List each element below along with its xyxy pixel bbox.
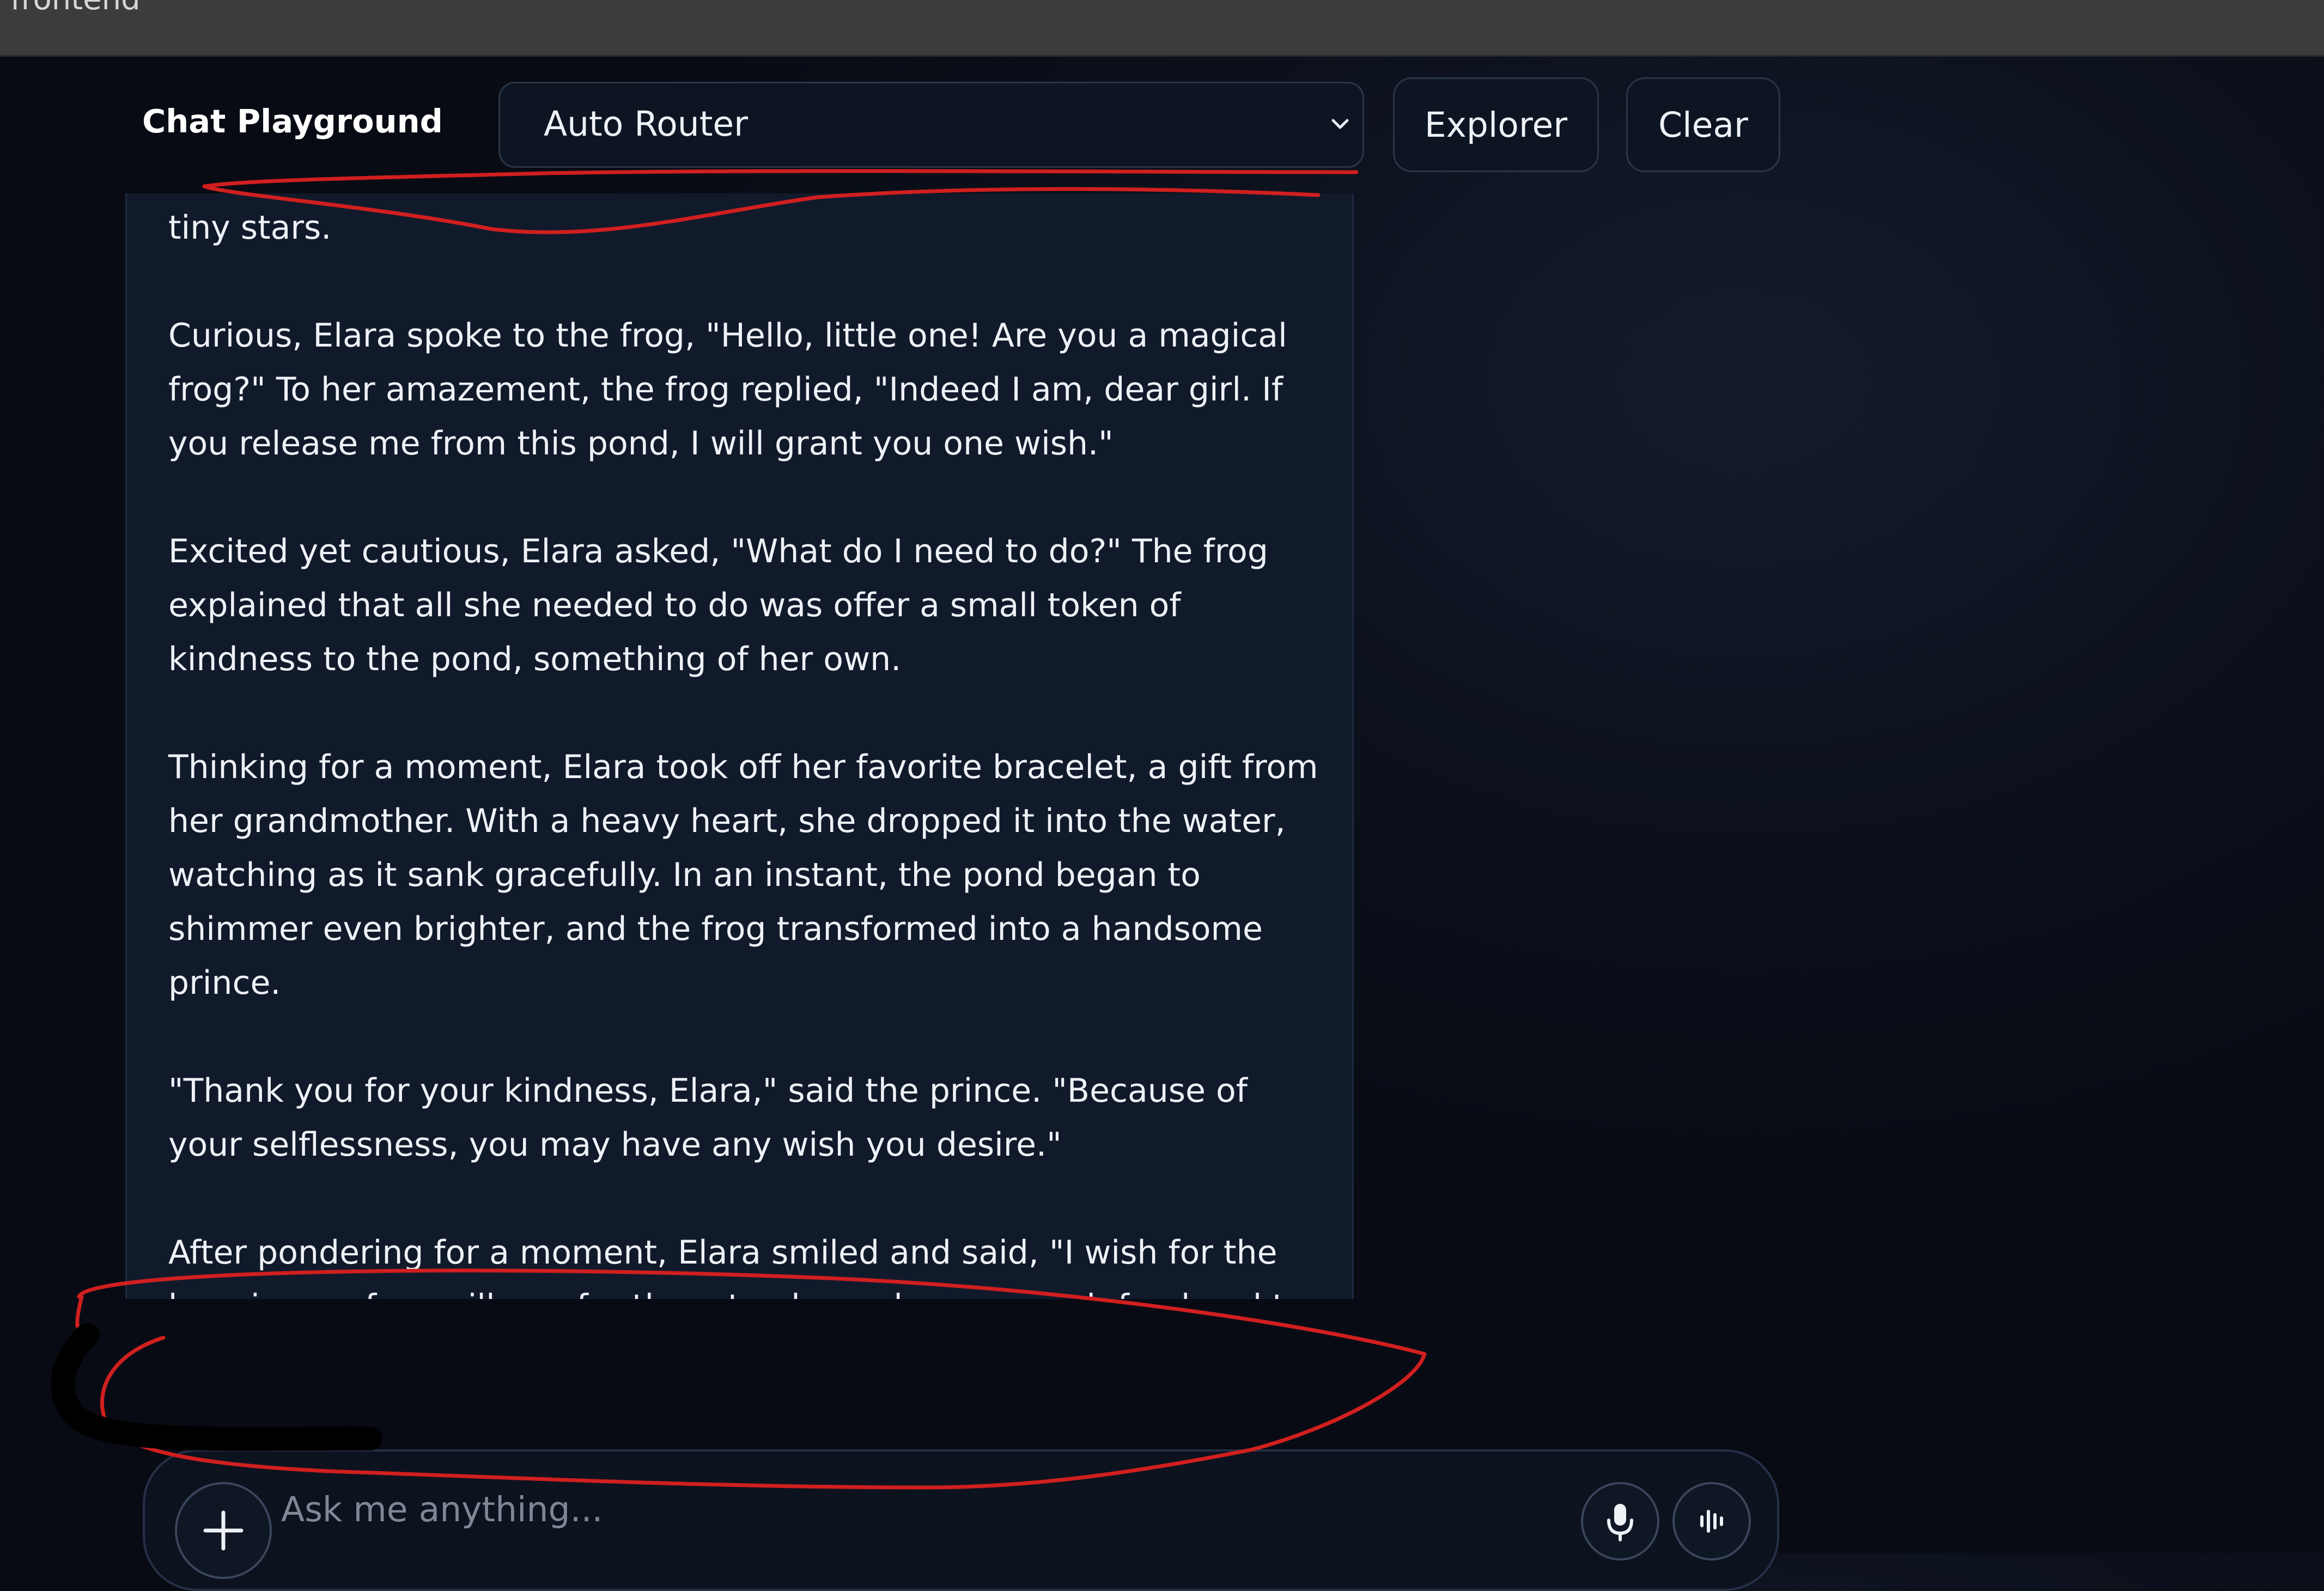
clear-button[interactable]: Clear bbox=[1626, 77, 1780, 172]
message-paragraph: Curious, Elara spoke to the frog, "Hello… bbox=[168, 317, 1287, 463]
chat-composer bbox=[143, 1449, 1779, 1591]
attach-button[interactable] bbox=[175, 1482, 272, 1579]
page-title: Chat Playground bbox=[142, 102, 443, 140]
assistant-message: skin glimmered in shades of gold and sil… bbox=[125, 193, 1354, 1299]
microphone-icon bbox=[1607, 1504, 1633, 1541]
message-paragraph: Excited yet cautious, Elara asked, "What… bbox=[168, 532, 1268, 678]
window-titlebar: frontend bbox=[0, 0, 2324, 57]
explorer-button[interactable]: Explorer bbox=[1393, 77, 1599, 172]
microphone-button[interactable] bbox=[1581, 1482, 1659, 1560]
model-select[interactable]: Auto Router bbox=[498, 82, 1364, 168]
chat-input[interactable] bbox=[280, 1479, 1644, 1540]
message-paragraph: After pondering for a moment, Elara smil… bbox=[168, 1234, 1305, 1299]
voice-mode-button[interactable] bbox=[1672, 1482, 1751, 1560]
message-body: skin glimmered in shades of gold and sil… bbox=[168, 193, 1329, 1299]
voice-waveform-icon bbox=[1700, 1510, 1723, 1533]
message-paragraph: skin glimmered in shades of gold and sil… bbox=[168, 209, 332, 247]
chevron-down-icon bbox=[1331, 119, 1349, 129]
model-select-value: Auto Router bbox=[544, 104, 749, 144]
window-title: frontend bbox=[10, 0, 141, 17]
message-paragraph: "Thank you for your kindness, Elara," sa… bbox=[168, 1072, 1248, 1164]
plus-icon bbox=[203, 1510, 244, 1551]
message-paragraph: Thinking for a moment, Elara took off he… bbox=[168, 748, 1318, 1002]
